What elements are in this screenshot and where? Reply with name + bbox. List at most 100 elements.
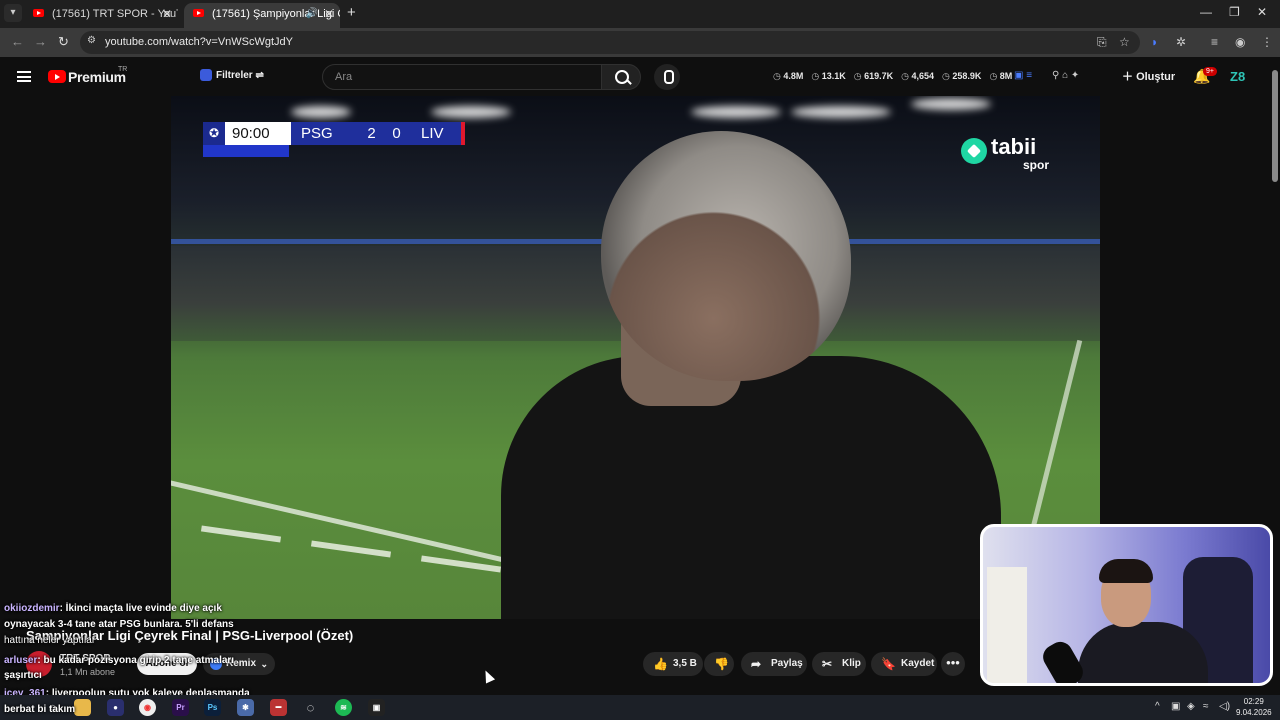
broadcaster-name: tabii xyxy=(991,134,1037,159)
away-team: LIV xyxy=(409,122,465,145)
site-info-icon[interactable]: ⚙ xyxy=(87,35,96,46)
home-score: 2 xyxy=(367,125,376,142)
media-control-icon[interactable]: ≡ xyxy=(1211,35,1218,49)
subscriber-count: 1,1 Mn abone xyxy=(60,667,116,677)
audio-icon[interactable]: 🔊 xyxy=(306,3,318,25)
tray-icon[interactable]: ▣ xyxy=(1171,701,1180,712)
system-clock[interactable]: 02:29 9.04.2026 xyxy=(1236,695,1272,718)
address-bar[interactable]: ⚙ youtube.com/watch?v=VnWScWgtJdY xyxy=(80,31,1140,54)
tray-icon[interactable]: ◈ xyxy=(1187,701,1195,712)
bookmark-star-icon[interactable]: ☆ xyxy=(1119,35,1130,49)
clip-button[interactable]: ✂ Klip xyxy=(812,652,866,676)
app-icon[interactable]: ◌ xyxy=(302,699,319,716)
reload-icon[interactable]: ↻ xyxy=(58,34,69,50)
extensions-puzzle-icon[interactable]: ✲ xyxy=(1176,35,1186,49)
os-taskbar: berbat bi takım ○ ● ◉ Pr Ps ✱ ▬ ◌ ≋ ▣ ^ … xyxy=(0,695,1280,720)
browser-tab-strip: ▾ (17561) TRT SPOR - YouTube ✕ (17561) Ş… xyxy=(0,0,1280,28)
extension-icon[interactable]: ◗ xyxy=(1151,35,1158,49)
chat-line: okiiozdemir: İkinci maçta live evinde di… xyxy=(4,603,222,614)
dislike-button[interactable]: 👎 xyxy=(704,652,734,676)
avatar[interactable]: Z8 xyxy=(1230,69,1245,84)
chrome-icon[interactable]: ◉ xyxy=(139,699,156,716)
spotify-icon[interactable]: ≋ xyxy=(335,699,352,716)
forward-icon[interactable]: → xyxy=(34,34,47,49)
scorebug-bar xyxy=(203,145,289,157)
close-window-icon[interactable]: ✕ xyxy=(1257,5,1267,19)
clock-time: 02:29 xyxy=(1243,697,1264,706)
back-icon[interactable]: ← xyxy=(11,34,24,49)
tray-chevron-icon[interactable]: ^ xyxy=(1155,701,1160,712)
menu-dots-icon[interactable]: ⋮ xyxy=(1261,35,1273,49)
stadium-light xyxy=(431,106,511,118)
clock-date: 9.04.2026 xyxy=(1236,708,1272,717)
stat-value: 8M xyxy=(989,71,1013,82)
screen: ▾ (17561) TRT SPOR - YouTube ✕ (17561) Ş… xyxy=(0,0,1280,720)
youtube-header: Premium TR Filtreler ⇌ Ara 4.8M 13.1K 61… xyxy=(0,57,1280,95)
install-icon[interactable]: ⎘ xyxy=(1097,35,1107,50)
stadium-light xyxy=(791,106,891,118)
tab-label: (17561) Şampiyonlar Ligi Ç... xyxy=(212,8,340,20)
save-button[interactable]: 🔖 Kaydet xyxy=(871,652,937,676)
home-team: PSG xyxy=(291,122,359,145)
chat-line: oynayacak 3-4 tane atar PSG bunlara. 5'l… xyxy=(4,619,234,630)
search-input[interactable]: Ara xyxy=(322,64,602,90)
microphone-icon[interactable] xyxy=(654,64,680,90)
broadcaster-sub: spor xyxy=(1023,158,1050,172)
app-icon[interactable]: ✱ xyxy=(237,699,254,716)
away-score: 0 xyxy=(392,125,401,142)
score: 2 0 xyxy=(359,122,409,145)
share-label: Paylaş xyxy=(771,658,803,669)
more-options-icon[interactable]: ••• xyxy=(941,652,965,676)
tab-trt-spor[interactable]: (17561) TRT SPOR - YouTube ✕ xyxy=(24,3,178,28)
restore-icon[interactable]: ❐ xyxy=(1229,5,1240,19)
stadium-light xyxy=(691,106,781,118)
stadium-light xyxy=(911,98,991,110)
share-icon: ➦ xyxy=(751,657,762,671)
stat-value: 619.7K xyxy=(854,71,893,82)
filters-button[interactable]: Filtreler ⇌ xyxy=(200,69,264,81)
scorebug: ✪ 90:00 PSG 2 0 LIV xyxy=(203,122,465,145)
search-placeholder: Ara xyxy=(335,71,353,83)
filter-extension-icon xyxy=(200,69,212,81)
wifi-icon[interactable]: ≈ xyxy=(1203,701,1209,712)
app-icon[interactable]: ▣ xyxy=(368,699,385,716)
browser-toolbar: ← → ↻ ⚙ youtube.com/watch?v=VnWScWgtJdY … xyxy=(0,28,1280,57)
hamburger-menu-icon[interactable] xyxy=(17,71,31,82)
photoshop-icon[interactable]: Ps xyxy=(204,699,221,716)
chat-text: : İkinci maçta live evinde diye açık xyxy=(59,603,222,614)
webcam-hair xyxy=(1099,559,1153,583)
youtube-logo-icon[interactable] xyxy=(48,70,66,83)
tab-active-video[interactable]: (17561) Şampiyonlar Ligi Ç... 🔊 ✕ xyxy=(184,3,340,28)
search-icon[interactable] xyxy=(601,64,641,90)
coach-jacket xyxy=(501,356,1001,619)
premiere-icon[interactable]: Pr xyxy=(172,699,189,716)
like-button[interactable]: 👍 3,5 B xyxy=(643,652,703,676)
close-tab-icon[interactable]: ✕ xyxy=(324,3,334,25)
share-button[interactable]: ➦ Paylaş xyxy=(741,652,807,676)
volume-icon[interactable]: ◁) xyxy=(1219,701,1230,712)
tab-search-icon[interactable]: ▾ xyxy=(4,4,22,22)
create-button[interactable]: ＋ Oluştur xyxy=(1122,68,1175,84)
file-explorer-icon[interactable] xyxy=(74,699,91,716)
extension-icon[interactable]: ▣ ≡ xyxy=(1014,70,1032,81)
filters-label: Filtreler xyxy=(216,70,253,81)
chat-user: okiiozdemir xyxy=(4,603,60,614)
mouse-cursor xyxy=(480,668,496,684)
stat-value: 4.8M xyxy=(773,71,803,82)
close-tab-icon[interactable]: ✕ xyxy=(162,3,172,25)
minimize-icon[interactable]: — xyxy=(1200,5,1212,19)
chat-text: berbat bi takım xyxy=(4,704,76,715)
youtube-favicon-icon xyxy=(33,9,44,17)
pitch-marking xyxy=(200,525,282,543)
chat-line: berbat bi takım xyxy=(4,704,75,715)
app-icon[interactable]: ▬ xyxy=(270,699,287,716)
profile-icon[interactable]: ◉ xyxy=(1235,35,1245,49)
tools-icon[interactable]: ⚲ ⌂ ✦ xyxy=(1052,70,1079,81)
bookmark-icon: 🔖 xyxy=(881,657,896,671)
channel-stats: 4.8M 13.1K 619.7K 4,654 258.9K 8M xyxy=(773,71,1012,82)
scissors-icon: ✂ xyxy=(822,657,833,671)
app-icon[interactable]: ● xyxy=(107,699,124,716)
new-tab-button[interactable]: + xyxy=(347,4,356,21)
scrollbar[interactable] xyxy=(1272,70,1278,182)
video-player[interactable]: ✪ 90:00 PSG 2 0 LIV tabii spor xyxy=(171,96,1100,619)
